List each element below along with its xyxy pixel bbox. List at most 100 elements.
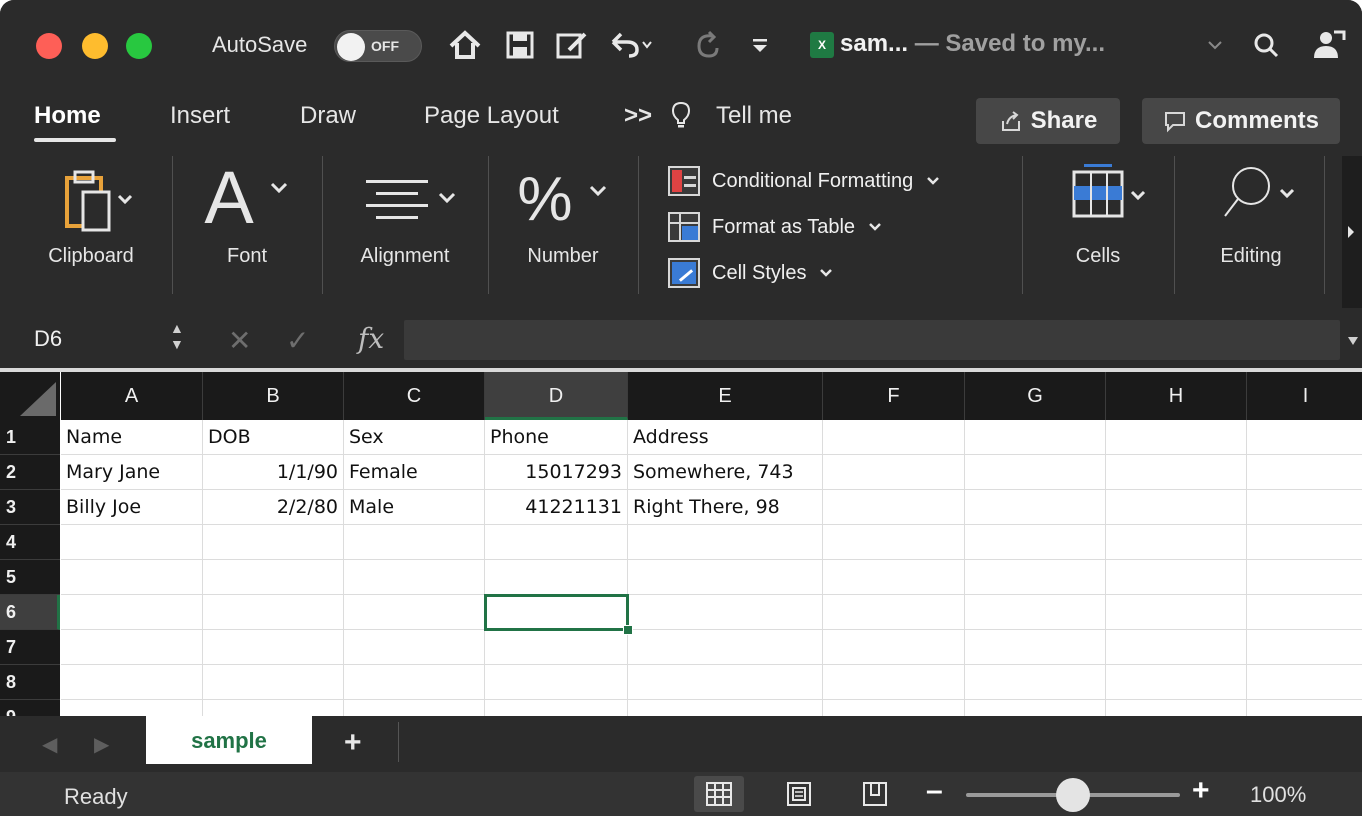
row-header-2[interactable]: 2 xyxy=(0,455,60,490)
cell-f2[interactable] xyxy=(823,455,965,490)
formula-input[interactable] xyxy=(404,320,1340,360)
next-sheet-icon[interactable]: ▶ xyxy=(94,732,109,757)
conditional-formatting-button[interactable]: Conditional Formatting xyxy=(668,166,941,196)
cell-b8[interactable] xyxy=(203,665,344,700)
column-header-g[interactable]: G xyxy=(965,372,1106,420)
add-sheet-button[interactable]: + xyxy=(344,726,362,760)
cell-c5[interactable] xyxy=(344,560,485,595)
cell-a6[interactable] xyxy=(61,595,203,630)
number-group[interactable]: % Number xyxy=(492,148,634,310)
cell-d1[interactable]: Phone xyxy=(485,420,628,455)
home-icon[interactable] xyxy=(444,24,486,66)
page-layout-view-button[interactable] xyxy=(774,776,824,812)
cell-h1[interactable] xyxy=(1106,420,1247,455)
sheet-tab-sample[interactable]: sample xyxy=(146,716,312,764)
row-header-1[interactable]: 1 xyxy=(0,420,60,455)
cell-h6[interactable] xyxy=(1106,595,1247,630)
cell-g1[interactable] xyxy=(965,420,1106,455)
name-box[interactable]: D6 xyxy=(34,326,62,352)
cell-d7[interactable] xyxy=(485,630,628,665)
page-break-view-button[interactable] xyxy=(850,776,900,812)
tab-page-layout[interactable]: Page Layout xyxy=(424,102,559,130)
zoom-in-button[interactable]: + xyxy=(1192,774,1210,808)
comments-button[interactable]: Comments xyxy=(1142,98,1340,144)
cell-i8[interactable] xyxy=(1247,665,1362,700)
cell-f7[interactable] xyxy=(823,630,965,665)
row-header-8[interactable]: 8 xyxy=(0,665,60,700)
cell-a2[interactable]: Mary Jane xyxy=(61,455,203,490)
zoom-out-button[interactable]: – xyxy=(926,774,943,808)
cell-a7[interactable] xyxy=(61,630,203,665)
search-icon[interactable] xyxy=(1248,24,1284,66)
cell-c4[interactable] xyxy=(344,525,485,560)
cell-g2[interactable] xyxy=(965,455,1106,490)
cell-b2[interactable]: 1/1/90 xyxy=(203,455,344,490)
zoom-level[interactable]: 100% xyxy=(1250,782,1306,808)
column-header-h[interactable]: H xyxy=(1106,372,1247,420)
redo-icon[interactable] xyxy=(686,24,726,66)
column-header-e[interactable]: E xyxy=(628,372,823,420)
cell-e7[interactable] xyxy=(628,630,823,665)
cell-g4[interactable] xyxy=(965,525,1106,560)
cell-c8[interactable] xyxy=(344,665,485,700)
cell-a3[interactable]: Billy Joe xyxy=(61,490,203,525)
cell-e5[interactable] xyxy=(628,560,823,595)
edit-document-icon[interactable] xyxy=(550,24,594,66)
column-header-d[interactable]: D xyxy=(485,372,628,420)
cell-d3[interactable]: 41221131 xyxy=(485,490,628,525)
row-header-6[interactable]: 6 xyxy=(0,595,60,630)
column-header-a[interactable]: A xyxy=(61,372,203,420)
cell-i3[interactable] xyxy=(1247,490,1362,525)
cell-a4[interactable] xyxy=(61,525,203,560)
cell-h7[interactable] xyxy=(1106,630,1247,665)
cell-a8[interactable] xyxy=(61,665,203,700)
cell-h3[interactable] xyxy=(1106,490,1247,525)
row-header-7[interactable]: 7 xyxy=(0,630,60,665)
tab-insert[interactable]: Insert xyxy=(170,102,230,130)
cells-group[interactable]: Cells xyxy=(1026,148,1170,310)
spreadsheet-grid[interactable]: A B C D E F G H I 1 Name DOB Sex Phone Address 2 Mary Ja… xyxy=(0,372,1362,716)
tab-draw[interactable]: Draw xyxy=(300,102,356,130)
row-header-5[interactable]: 5 xyxy=(0,560,60,595)
cell-c7[interactable] xyxy=(344,630,485,665)
row-header-4[interactable]: 4 xyxy=(0,525,60,560)
cell-h9[interactable] xyxy=(1106,700,1247,716)
cell-b6[interactable] xyxy=(203,595,344,630)
zoom-slider-knob[interactable] xyxy=(1056,778,1090,812)
cell-a1[interactable]: Name xyxy=(61,420,203,455)
cell-i9[interactable] xyxy=(1247,700,1362,716)
cell-d9[interactable] xyxy=(485,700,628,716)
cell-e6[interactable] xyxy=(628,595,823,630)
cell-h8[interactable] xyxy=(1106,665,1247,700)
cell-i6[interactable] xyxy=(1247,595,1362,630)
cell-a5[interactable] xyxy=(61,560,203,595)
ribbon-scroll-right[interactable] xyxy=(1342,156,1362,308)
cell-f5[interactable] xyxy=(823,560,965,595)
cell-i4[interactable] xyxy=(1247,525,1362,560)
cell-g8[interactable] xyxy=(965,665,1106,700)
cell-g5[interactable] xyxy=(965,560,1106,595)
cell-f4[interactable] xyxy=(823,525,965,560)
autosave-toggle[interactable]: OFF xyxy=(334,30,422,62)
cell-g6[interactable] xyxy=(965,595,1106,630)
cell-e8[interactable] xyxy=(628,665,823,700)
cancel-entry-icon[interactable]: ✕ xyxy=(228,324,251,357)
tell-me-search[interactable]: Tell me xyxy=(716,102,792,130)
font-group[interactable]: A Font xyxy=(176,148,318,310)
confirm-entry-icon[interactable]: ✓ xyxy=(286,324,309,357)
cell-d8[interactable] xyxy=(485,665,628,700)
cell-e1[interactable]: Address xyxy=(628,420,823,455)
editing-group[interactable]: Editing xyxy=(1178,148,1324,310)
column-header-i[interactable]: I xyxy=(1247,372,1362,420)
expand-formula-bar-icon[interactable] xyxy=(1346,334,1360,352)
column-header-b[interactable]: B xyxy=(203,372,344,420)
cell-g7[interactable] xyxy=(965,630,1106,665)
cell-c3[interactable]: Male xyxy=(344,490,485,525)
cell-f8[interactable] xyxy=(823,665,965,700)
cell-c2[interactable]: Female xyxy=(344,455,485,490)
cell-g3[interactable] xyxy=(965,490,1106,525)
undo-icon[interactable] xyxy=(606,24,654,66)
cell-g9[interactable] xyxy=(965,700,1106,716)
cell-b4[interactable] xyxy=(203,525,344,560)
cell-c6[interactable] xyxy=(344,595,485,630)
